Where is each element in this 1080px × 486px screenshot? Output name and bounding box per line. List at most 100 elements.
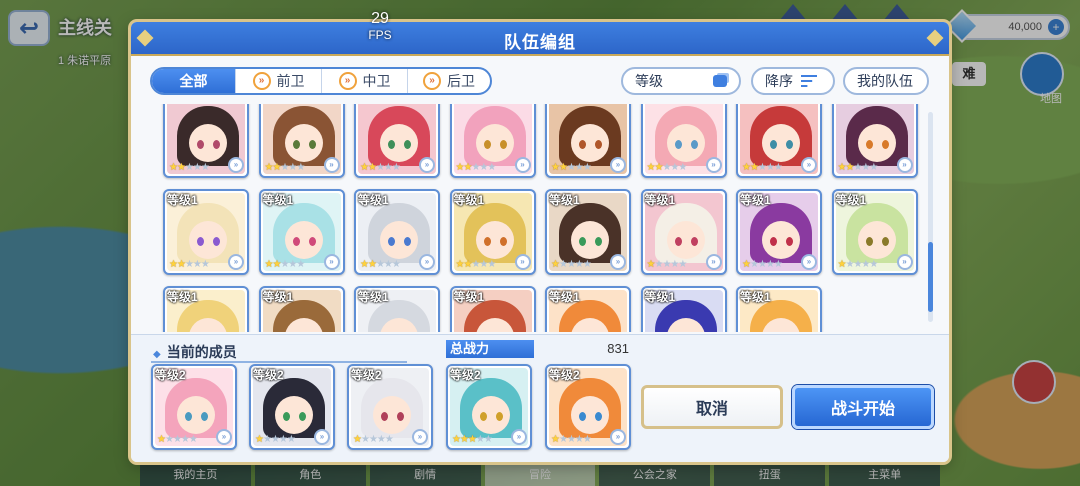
star-icon: ★ [384, 434, 394, 445]
roster-character-card[interactable]: ★★★★★» [258, 104, 345, 178]
roster-character-card[interactable]: 等级1★★★★★» [258, 286, 345, 332]
scrollbar-thumb[interactable] [928, 242, 933, 312]
sort-by-level-button[interactable]: 等级 [621, 67, 741, 95]
eye [865, 237, 873, 246]
star-icon: ★ [582, 259, 592, 270]
roster-character-card[interactable]: 等级1★★★★★» [449, 189, 536, 275]
position-icon: » [610, 429, 626, 445]
eye [595, 140, 602, 149]
star-icon: ★ [558, 162, 568, 173]
my-team-button[interactable]: 我的队伍 [843, 67, 929, 95]
eye [595, 237, 602, 246]
roster-character-card[interactable]: 等级1★★★★★» [354, 286, 440, 332]
character-level: 等级1 [358, 290, 389, 304]
star-icon: ★ [200, 259, 210, 270]
position-icon: » [511, 429, 527, 445]
filter-tab-1[interactable]: » 前卫 [236, 69, 322, 93]
roster-character-card[interactable]: ★★★★★» [640, 104, 727, 178]
vanguard-icon: » [252, 72, 271, 90]
character-roster[interactable]: ★★★★★» ★★★★★» ★★★★★» ★★★★★» ★★★★★» ★★★★★» ★★★★… [135, 104, 935, 332]
character-level: 等级2 [155, 368, 186, 382]
rarity-stars: ★★★★★ [551, 162, 592, 173]
party-member-card[interactable]: 等级2 ★★★★★» [151, 364, 237, 450]
position-filter: 全部 » 前卫 » 中卫 » 后卫 [150, 67, 492, 95]
star-icon: ★ [375, 162, 385, 173]
party-member-card[interactable]: 等级2 ★★★★★» [545, 364, 631, 450]
roster-character-card[interactable]: ★★★★★» [736, 104, 822, 178]
party-member-card[interactable]: 等级2 ★★★★★» [347, 364, 433, 450]
eye [499, 140, 507, 149]
star-icon: ★ [383, 162, 393, 173]
character-level: 等级1 [167, 193, 198, 207]
star-icon: ★ [869, 259, 878, 270]
eye [404, 237, 411, 246]
roster-character-card[interactable]: ★★★★★» [831, 104, 918, 178]
party-member-card[interactable]: 等级2 ★★★★★» [249, 364, 335, 450]
rarity-stars: ★★★★★ [265, 259, 306, 270]
eye [388, 140, 395, 149]
filter-tab-label: 前卫 [276, 73, 305, 89]
roster-character-card[interactable]: ★★★★★» [545, 104, 631, 178]
face [177, 396, 215, 434]
roster-character-card[interactable]: ★★★★★» [163, 104, 249, 178]
roster-character-card[interactable]: 等级1★★★★★» [449, 286, 536, 332]
star-icon: ★ [765, 259, 775, 270]
face [275, 396, 313, 434]
face [189, 124, 227, 162]
star-icon: ★ [278, 434, 288, 445]
sort-order-button[interactable]: 降序 [751, 67, 835, 95]
roster-character-card[interactable]: 等级1★★★★★» [736, 286, 822, 332]
character-level: 等级1 [262, 193, 294, 207]
dialog-title: 队伍编组 [504, 33, 576, 52]
roster-character-card[interactable]: 等级1★★★★★» [831, 189, 918, 275]
eye [579, 237, 586, 246]
star-icon: ★ [184, 162, 194, 173]
character-level: 等级1 [453, 193, 485, 207]
star-icon: ★ [869, 162, 878, 173]
start-battle-button[interactable]: 战斗开始 [792, 385, 934, 429]
roster-character-card[interactable]: 等级1★★★★★» [545, 286, 631, 332]
roster-character-card[interactable]: 等级1★★★★★» [258, 189, 345, 275]
roster-character-card[interactable]: 等级1★★★★★» [163, 286, 249, 332]
star-icon: ★ [742, 162, 751, 173]
star-icon: ★ [773, 259, 783, 270]
face [666, 221, 705, 259]
roster-character-card[interactable]: ★★★★★» [354, 104, 440, 178]
star-icon: ★ [551, 259, 560, 270]
sort-label: 等级 [635, 73, 663, 89]
toggle-icon [713, 75, 727, 87]
eye [308, 140, 316, 149]
roster-character-card[interactable]: 等级1★★★★★» [545, 189, 631, 275]
roster-character-card[interactable]: 等级1★★★★★» [163, 189, 249, 275]
star-icon: ★ [184, 259, 194, 270]
face [284, 124, 323, 162]
roster-scrollbar[interactable] [928, 112, 933, 322]
star-icon: ★ [368, 434, 378, 445]
rarity-stars: ★★★★★ [169, 162, 210, 173]
filter-tab-0[interactable]: 全部 [152, 69, 236, 93]
position-icon: » [896, 157, 913, 173]
roster-character-card[interactable]: 等级1★★★★★» [640, 286, 727, 332]
rarity-stars: ★★★★★ [169, 259, 210, 270]
total-power-value: 831 [607, 341, 629, 356]
roster-character-card[interactable]: ★★★★★» [449, 104, 536, 178]
sort-icon [801, 75, 817, 87]
character-level: 等级1 [740, 193, 771, 207]
rarity-stars: ★★★★★ [255, 434, 296, 445]
eye [299, 412, 306, 421]
cancel-button[interactable]: 取消 [641, 385, 783, 429]
roster-character-card[interactable]: 等级1★★★★★» [640, 189, 727, 275]
filter-tab-3[interactable]: » 后卫 [408, 69, 490, 93]
position-icon: » [412, 429, 428, 445]
party-member-card[interactable]: 等级2 ★★★★★» [446, 364, 532, 450]
star-icon: ★ [773, 162, 783, 173]
star-icon: ★ [391, 259, 401, 270]
star-icon: ★ [169, 162, 178, 173]
star-icon: ★ [551, 162, 560, 173]
eye [674, 140, 682, 149]
roster-character-card[interactable]: 等级1★★★★★» [736, 189, 822, 275]
star-icon: ★ [566, 162, 576, 173]
roster-character-card[interactable]: 等级1★★★★★» [354, 189, 440, 275]
filter-tab-2[interactable]: » 中卫 [322, 69, 408, 93]
star-icon: ★ [188, 434, 198, 445]
